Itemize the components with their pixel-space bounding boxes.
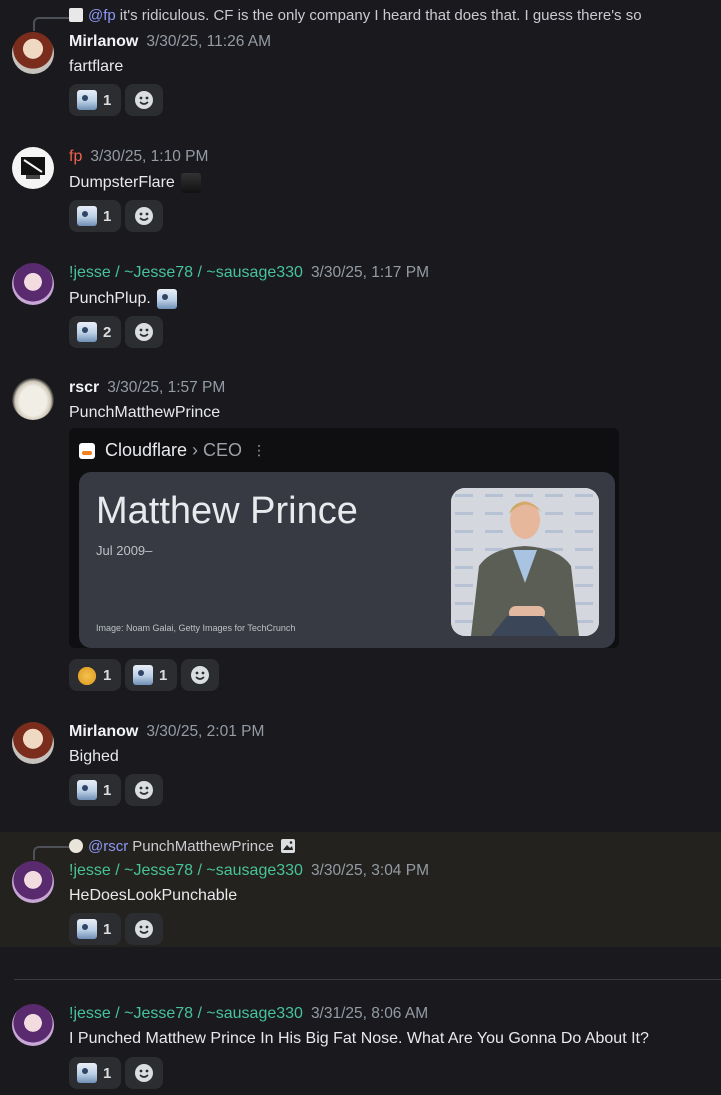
reaction-penguin[interactable]: 1 <box>125 659 177 691</box>
card-credit: Image: Noam Galai, Getty Images for Tech… <box>96 623 296 633</box>
add-reaction-button[interactable] <box>125 774 163 806</box>
reply-text: PunchMatthewPrince <box>132 837 274 855</box>
username[interactable]: !jesse / ~Jesse78 / ~sausage330 <box>69 1005 303 1023</box>
penguin-emoji-icon <box>77 322 97 342</box>
penguin-emoji-icon <box>133 665 153 685</box>
reply-mention[interactable]: @fp <box>88 7 116 24</box>
username[interactable]: !jesse / ~Jesse78 / ~sausage330 <box>69 862 303 880</box>
timestamp[interactable]: 3/30/25, 2:01 PM <box>146 723 264 741</box>
reaction-count: 2 <box>103 323 112 341</box>
penguin-emoji-icon <box>77 919 97 939</box>
timestamp[interactable]: 3/31/25, 8:06 AM <box>311 1005 428 1023</box>
avatar[interactable] <box>12 263 54 305</box>
reply-connector <box>33 846 69 860</box>
reaction-handshake[interactable]: 1 <box>69 659 121 691</box>
card-title: Matthew Prince <box>96 490 358 532</box>
knowledge-card: Matthew Prince Jul 2009– Image: Noam Gal… <box>79 472 615 648</box>
more-options-icon[interactable]: ⋮ <box>252 442 266 459</box>
reply-avatar-icon <box>69 839 83 853</box>
reaction-penguin[interactable]: 1 <box>69 774 121 806</box>
image-attachment-icon <box>280 839 295 853</box>
message-content: HeDoesLookPunchable <box>69 887 238 904</box>
avatar[interactable] <box>12 861 54 903</box>
smiley-icon <box>191 666 209 684</box>
username[interactable]: Mirlanow <box>69 723 138 741</box>
smiley-icon <box>135 1064 153 1082</box>
reaction-penguin[interactable]: 1 <box>69 200 121 232</box>
message-content: Bighed <box>69 748 119 765</box>
reaction-count: 1 <box>159 666 168 684</box>
reaction-penguin[interactable]: 1 <box>69 1057 121 1089</box>
reply-text: it's ridiculous. CF is the only company … <box>119 6 642 24</box>
reaction-penguin[interactable]: 1 <box>69 913 121 945</box>
reaction-count: 1 <box>103 666 112 684</box>
reaction-count: 1 <box>103 207 112 225</box>
date-divider <box>14 979 721 980</box>
smiley-icon <box>135 920 153 938</box>
reply-preview[interactable]: @rscr PunchMatthewPrince <box>69 836 296 856</box>
reaction-count: 1 <box>103 91 112 109</box>
portrait-photo <box>451 488 599 636</box>
reaction-count: 1 <box>103 1064 112 1082</box>
avatar[interactable] <box>12 147 54 189</box>
add-reaction-button[interactable] <box>125 913 163 945</box>
message-content: DumpsterFlare <box>69 173 201 193</box>
reply-mention[interactable]: @rscr <box>88 838 128 855</box>
message-content: PunchMatthewPrince <box>69 404 221 421</box>
handshake-emoji-icon <box>77 665 97 685</box>
reaction-penguin[interactable]: 1 <box>69 84 121 116</box>
penguin-emoji-icon <box>77 90 97 110</box>
username[interactable]: fp <box>69 148 82 166</box>
username[interactable]: !jesse / ~Jesse78 / ~sausage330 <box>69 264 303 282</box>
avatar[interactable] <box>12 1004 54 1046</box>
smiley-icon <box>135 91 153 109</box>
reaction-count: 1 <box>103 781 112 799</box>
reply-connector <box>33 17 69 31</box>
timestamp[interactable]: 3/30/25, 3:04 PM <box>311 862 429 880</box>
username[interactable]: Mirlanow <box>69 33 138 51</box>
smiley-icon <box>135 323 153 341</box>
penguin-emoji-icon <box>77 206 97 226</box>
penguin-emoji-icon <box>156 289 177 309</box>
timestamp[interactable]: 3/30/25, 11:26 AM <box>146 33 271 51</box>
avatar[interactable] <box>12 722 54 764</box>
message-content: fartflare <box>69 58 124 75</box>
avatar[interactable] <box>12 32 54 74</box>
add-reaction-button[interactable] <box>181 659 219 691</box>
embed-section: CEO <box>203 440 243 460</box>
reply-preview[interactable]: @fp it's ridiculous. CF is the only comp… <box>69 5 642 25</box>
embed-source: Cloudflare <box>105 440 188 460</box>
timestamp[interactable]: 3/30/25, 1:57 PM <box>107 379 225 397</box>
add-reaction-button[interactable] <box>125 84 163 116</box>
message-content: I Punched Matthew Prince In His Big Fat … <box>69 1030 649 1047</box>
smiley-icon <box>135 207 153 225</box>
cloudflare-logo-icon <box>79 442 95 459</box>
penguin-emoji-icon <box>77 1063 97 1083</box>
timestamp[interactable]: 3/30/25, 1:10 PM <box>90 148 208 166</box>
dark-figure-emoji-icon <box>180 173 201 193</box>
message-content: PunchPlup. <box>69 289 177 309</box>
add-reaction-button[interactable] <box>125 1057 163 1089</box>
timestamp[interactable]: 3/30/25, 1:17 PM <box>311 264 429 282</box>
breadcrumb-separator: › <box>192 440 199 460</box>
link-embed[interactable]: Cloudflare › CEO ⋮ Matthew Prince Jul 20… <box>69 428 619 648</box>
reaction-count: 1 <box>103 920 112 938</box>
username[interactable]: rscr <box>69 379 99 397</box>
penguin-emoji-icon <box>77 780 97 800</box>
computer-avatar-icon <box>21 157 45 179</box>
smiley-icon <box>135 781 153 799</box>
add-reaction-button[interactable] <box>125 316 163 348</box>
reply-avatar-icon <box>69 8 83 22</box>
avatar[interactable] <box>12 378 54 420</box>
reaction-penguin[interactable]: 2 <box>69 316 121 348</box>
add-reaction-button[interactable] <box>125 200 163 232</box>
card-date: Jul 2009– <box>96 543 153 558</box>
